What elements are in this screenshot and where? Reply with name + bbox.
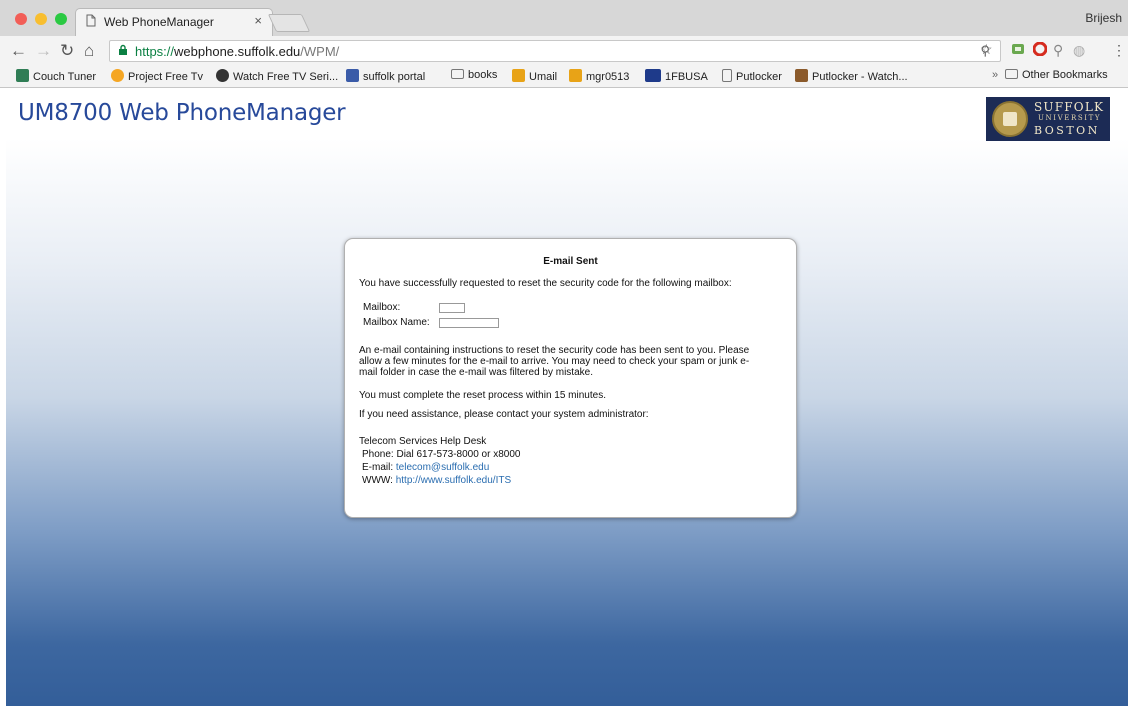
reload-icon[interactable]: ↻ [60,41,74,61]
page-icon [86,14,98,28]
contact-org: Telecom Services Help Desk [359,436,487,447]
bookmark-item[interactable]: suffolk portal [346,69,425,83]
mailbox-name-value [439,318,499,328]
home-icon[interactable]: ⌂ [84,41,94,61]
folder-icon [451,69,464,79]
bookmark-item[interactable]: Project Free Tv [111,69,203,83]
contact-phone: Phone: Dial 617-573-8000 or x8000 [362,449,521,460]
bookmark-item[interactable]: Putlocker - Watch... [795,69,908,83]
outlook-icon [512,69,525,82]
instructions-line: mail folder in case the e-mail was filte… [359,367,593,378]
star-icon [111,69,124,82]
instructions-line: An e-mail containing instructions to res… [359,345,750,356]
pin-icon[interactable]: ⚲ [1053,42,1063,58]
fbusa-icon [645,69,661,82]
new-tab-button[interactable] [267,14,311,32]
bookmark-item[interactable]: Putlocker [722,69,782,83]
mailbox-label: Mailbox: [363,302,401,313]
assistance-text: If you need assistance, please contact y… [359,409,649,420]
browser-toolbar: ← → ↻ ⌂ https://webphone.suffolk.edu/WPM… [0,36,1128,66]
bookmark-item[interactable]: 1FBUSA [645,69,708,83]
contact-www: WWW: http://www.suffolk.edu/ITS [362,475,512,486]
page-icon [722,69,732,82]
url-text: https://webphone.suffolk.edu/WPM/ [135,44,340,59]
its-website-link[interactable]: http://www.suffolk.edu/ITS [396,475,511,486]
bookmark-item[interactable]: Watch Free TV Seri... [216,69,338,83]
bookmark-item[interactable]: Couch Tuner [16,69,96,83]
close-tab-icon[interactable]: × [254,14,262,28]
page-title: UM8700 Web PhoneManager [18,100,346,126]
bookmark-star-icon[interactable]: ☆ [980,41,993,58]
film-icon [795,69,808,82]
mailbox-value [439,303,465,313]
outlook-icon [569,69,582,82]
bookmarks-bar: Couch Tuner Project Free Tv Watch Free T… [0,66,1128,88]
tv-icon [16,69,29,82]
folder-icon [1005,69,1018,79]
back-arrow-icon[interactable]: ← [10,41,27,61]
dialog-title: E-mail Sent [543,256,598,267]
profile-name[interactable]: Brijesh [1085,11,1122,25]
forward-arrow-icon[interactable]: → [35,41,52,61]
page-content: UM8700 Web PhoneManager SUFFOLK UNIVERSI… [6,89,1128,706]
contact-email: E-mail: telecom@suffolk.edu [362,462,490,473]
tab-title: Web PhoneManager [104,15,214,29]
email-link[interactable]: telecom@suffolk.edu [396,462,489,473]
email-sent-dialog: E-mail Sent You have successfully reques… [344,238,797,518]
bookmarks-overflow-button[interactable]: » [992,69,998,81]
extension-gray-icon[interactable]: ◍ [1073,42,1085,58]
menu-icon[interactable]: ⋮ [1112,42,1126,58]
other-bookmarks-folder[interactable]: Other Bookmarks [1005,69,1108,81]
portal-icon [346,69,359,82]
dialog-intro: You have successfully requested to reset… [359,278,732,289]
tab-strip: Web PhoneManager × Brijesh [0,0,1128,36]
extension-green-icon[interactable] [1011,42,1025,59]
address-bar[interactable]: https://webphone.suffolk.edu/WPM/ ⚲ [109,40,1001,62]
bookmark-item[interactable]: books [451,69,497,81]
minimize-window-button[interactable] [35,13,47,25]
zoom-window-button[interactable] [55,13,67,25]
opera-icon[interactable] [1032,41,1048,59]
suffolk-university-logo: SUFFOLK UNIVERSITY BOSTON [986,97,1110,141]
tab-web-phonemanager[interactable]: Web PhoneManager × [75,8,273,36]
close-window-button[interactable] [15,13,27,25]
bookmark-item[interactable]: Umail [512,69,557,83]
deadline-text: You must complete the reset process with… [359,390,606,401]
instructions-line: allow a few minutes for the e-mail to ar… [359,356,750,367]
play-icon [216,69,229,82]
lock-icon [118,44,128,59]
mailbox-name-label: Mailbox Name: [363,317,430,328]
university-seal-icon [992,101,1028,137]
bookmark-item[interactable]: mgr0513 [569,69,629,83]
